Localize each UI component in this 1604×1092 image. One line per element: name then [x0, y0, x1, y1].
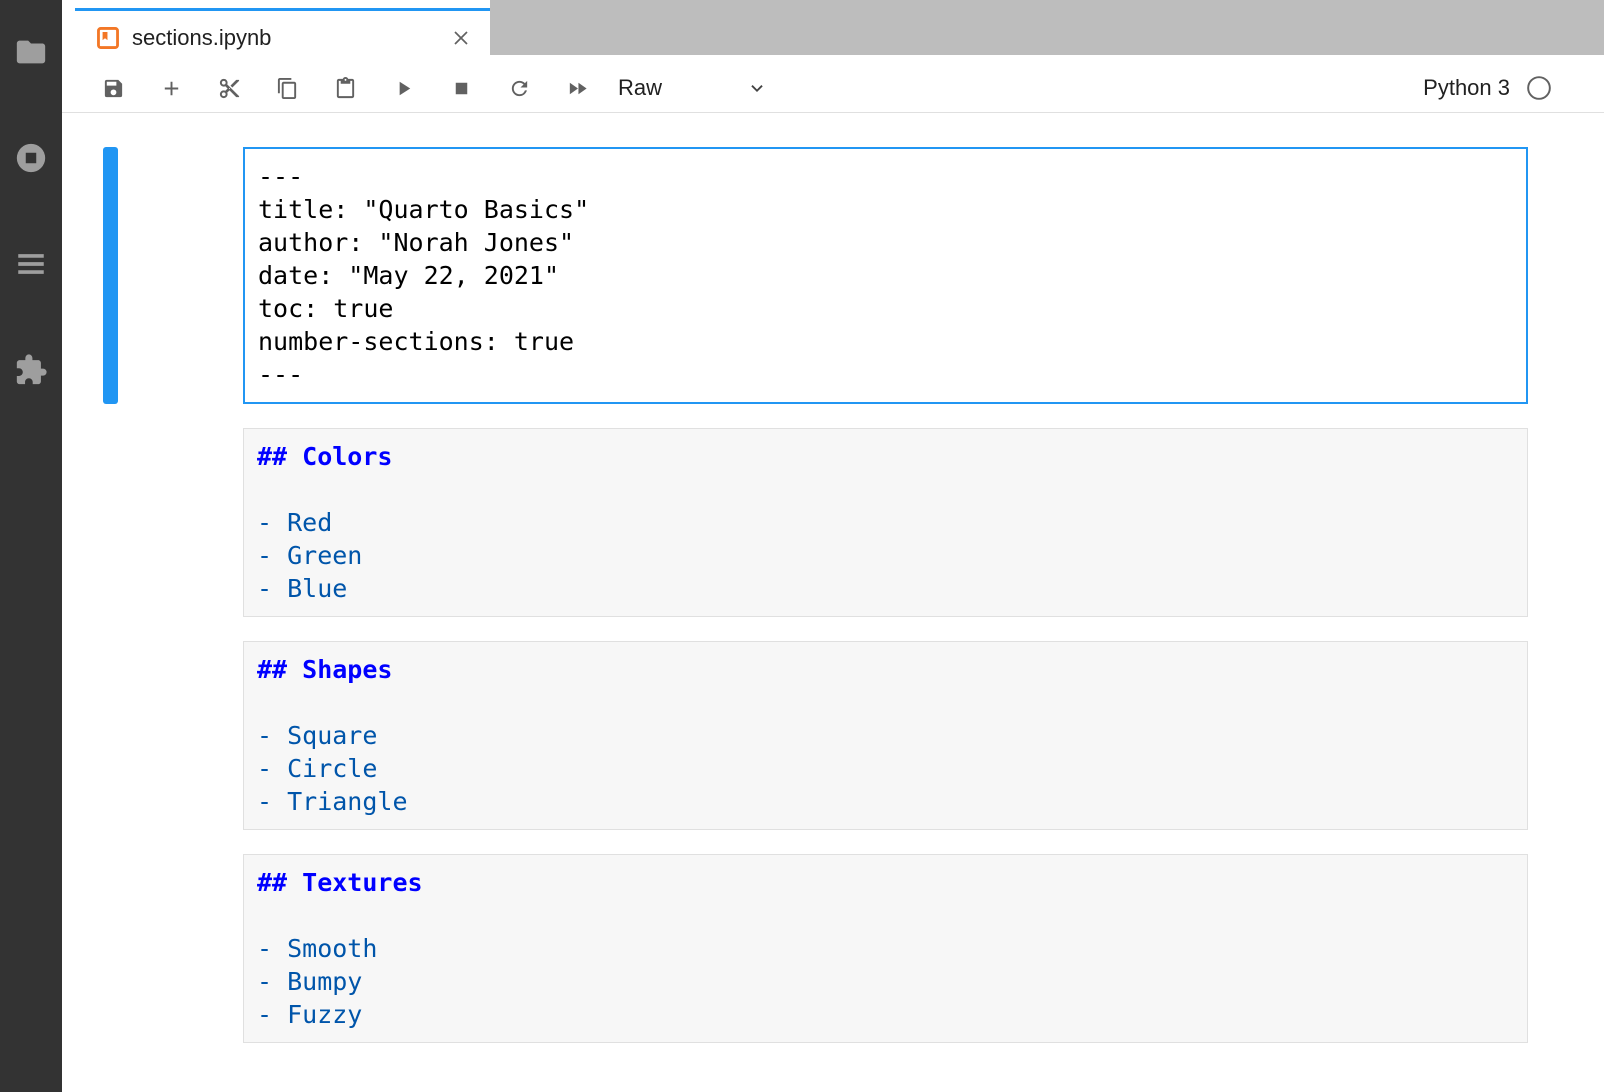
cell-editor[interactable]: ## Colors - Red- Green- Blue [243, 428, 1528, 617]
plus-icon [160, 77, 183, 100]
cell-source: ---title: "Quarto Basics"author: "Norah … [245, 149, 1526, 402]
restart-run-all-button[interactable] [548, 68, 606, 108]
code-line [257, 686, 1514, 719]
code-line: - Bumpy [257, 965, 1514, 998]
copy-icon [276, 77, 299, 100]
save-button[interactable] [84, 68, 142, 108]
code-line: - Green [257, 539, 1514, 572]
sidebar-item-running-sessions[interactable] [13, 140, 49, 176]
notebook-cell-markdown[interactable]: ## Shapes - Square- Circle- Triangle [62, 641, 1604, 830]
kernel-status-icon[interactable] [1526, 75, 1552, 101]
jupyterlab-app: sections.ipynb Raw Python 3 ---title: "Q… [0, 0, 1604, 1092]
code-line [257, 473, 1514, 506]
play-icon [392, 77, 415, 100]
cell-editor[interactable]: ---title: "Quarto Basics"author: "Norah … [243, 147, 1528, 404]
code-line: - Circle [257, 752, 1514, 785]
notebook-icon [95, 25, 121, 51]
kernel-name[interactable]: Python 3 [1423, 75, 1510, 101]
scissors-icon [218, 77, 241, 100]
kernel-area: Python 3 [1423, 75, 1552, 101]
restart-icon [508, 77, 531, 100]
code-line: - Blue [257, 572, 1514, 605]
code-line: - Square [257, 719, 1514, 752]
code-line: number-sections: true [258, 325, 1513, 358]
folder-icon [14, 35, 48, 69]
sidebar-item-table-of-contents[interactable] [13, 246, 49, 282]
cell-editor[interactable]: ## Textures - Smooth- Bumpy- Fuzzy [243, 854, 1528, 1043]
tab-bar-background [490, 0, 1604, 55]
code-line: --- [258, 160, 1513, 193]
cell-source: ## Colors - Red- Green- Blue [244, 429, 1527, 616]
stop-icon [450, 77, 473, 100]
tab-title: sections.ipynb [132, 25, 271, 51]
insert-cell-button[interactable] [142, 68, 200, 108]
code-line: ## Colors [257, 440, 1514, 473]
run-cell-button[interactable] [374, 68, 432, 108]
paste-cells-button[interactable] [316, 68, 374, 108]
sidebar-item-extensions[interactable] [13, 352, 49, 388]
tab-sections-ipynb[interactable]: sections.ipynb [75, 8, 490, 64]
code-line [257, 899, 1514, 932]
code-line: --- [258, 358, 1513, 391]
activity-sidebar [0, 0, 62, 1092]
code-line: ## Shapes [257, 653, 1514, 686]
cell-collapser[interactable] [103, 854, 118, 1043]
code-line: date: "May 22, 2021" [258, 259, 1513, 292]
notebook-cells: ---title: "Quarto Basics"author: "Norah … [62, 113, 1604, 1092]
toolbar-buttons [84, 68, 606, 108]
copy-cells-button[interactable] [258, 68, 316, 108]
close-icon[interactable] [446, 23, 476, 53]
stop-circle-icon [14, 141, 48, 175]
sidebar-item-file-browser[interactable] [13, 34, 49, 70]
cut-cells-button[interactable] [200, 68, 258, 108]
cell-collapser[interactable] [103, 641, 118, 830]
code-line: - Fuzzy [257, 998, 1514, 1031]
cell-collapser[interactable] [103, 428, 118, 617]
chevron-down-icon [746, 77, 768, 99]
code-line: author: "Norah Jones" [258, 226, 1513, 259]
code-line: - Smooth [257, 932, 1514, 965]
code-line: title: "Quarto Basics" [258, 193, 1513, 226]
notebook-cell-raw[interactable]: ---title: "Quarto Basics"author: "Norah … [62, 147, 1604, 404]
paste-icon [334, 77, 357, 100]
code-line: - Red [257, 506, 1514, 539]
interrupt-kernel-button[interactable] [432, 68, 490, 108]
code-line: toc: true [258, 292, 1513, 325]
main-area: sections.ipynb Raw Python 3 ---title: "Q… [62, 0, 1604, 1092]
cell-source: ## Textures - Smooth- Bumpy- Fuzzy [244, 855, 1527, 1042]
cell-type-value: Raw [618, 75, 662, 101]
notebook-toolbar: Raw Python 3 [62, 64, 1604, 113]
save-icon [102, 77, 125, 100]
puzzle-icon [14, 353, 48, 387]
restart-kernel-button[interactable] [490, 68, 548, 108]
notebook-cell-markdown[interactable]: ## Textures - Smooth- Bumpy- Fuzzy [62, 854, 1604, 1043]
code-line: ## Textures [257, 866, 1514, 899]
fast-forward-icon [566, 77, 589, 100]
cell-source: ## Shapes - Square- Circle- Triangle [244, 642, 1527, 829]
cell-editor[interactable]: ## Shapes - Square- Circle- Triangle [243, 641, 1528, 830]
cell-collapser[interactable] [103, 147, 118, 404]
tab-bar: sections.ipynb [62, 0, 1604, 64]
code-line: - Triangle [257, 785, 1514, 818]
list-icon [14, 247, 48, 281]
notebook-cell-markdown[interactable]: ## Colors - Red- Green- Blue [62, 428, 1604, 617]
cell-type-dropdown[interactable]: Raw [614, 68, 772, 108]
